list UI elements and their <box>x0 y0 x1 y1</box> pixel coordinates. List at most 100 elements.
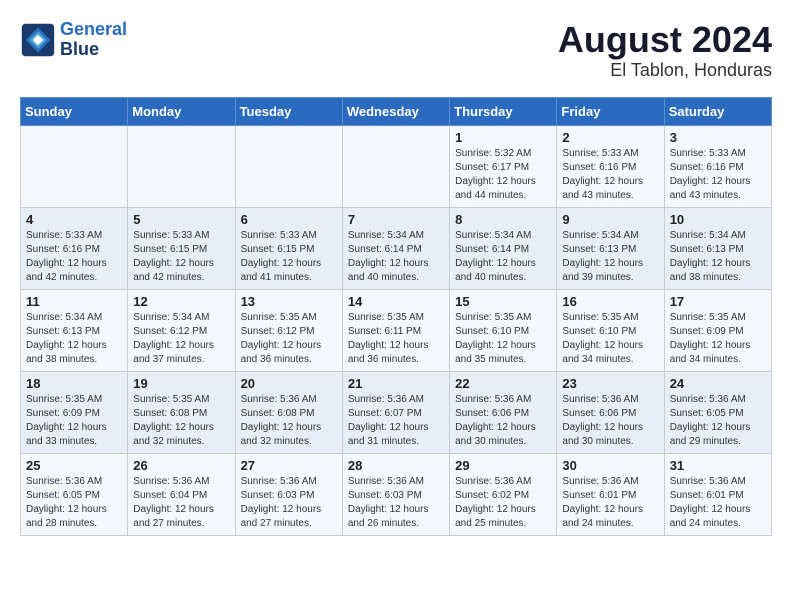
day-cell <box>235 125 342 207</box>
day-cell: 4 Sunrise: 5:33 AM Sunset: 6:16 PM Daylig… <box>21 207 128 289</box>
day-number: 9 <box>562 212 658 227</box>
day-info: Sunrise: 5:34 AM Sunset: 6:13 PM Dayligh… <box>26 311 122 367</box>
day-info: Sunrise: 5:36 AM Sunset: 6:05 PM Dayligh… <box>26 475 122 531</box>
day-cell: 7 Sunrise: 5:34 AM Sunset: 6:14 PM Daylig… <box>342 207 449 289</box>
day-number: 31 <box>670 458 766 473</box>
day-info: Sunrise: 5:35 AM Sunset: 6:09 PM Dayligh… <box>670 311 766 367</box>
day-cell: 28 Sunrise: 5:36 AM Sunset: 6:03 PM Dayli… <box>342 453 449 535</box>
day-cell: 16 Sunrise: 5:35 AM Sunset: 6:10 PM Dayli… <box>557 289 664 371</box>
day-info: Sunrise: 5:36 AM Sunset: 6:05 PM Dayligh… <box>670 393 766 449</box>
day-number: 28 <box>348 458 444 473</box>
day-cell: 21 Sunrise: 5:36 AM Sunset: 6:07 PM Dayli… <box>342 371 449 453</box>
week-row-1: 1 Sunrise: 5:32 AM Sunset: 6:17 PM Daylig… <box>21 125 772 207</box>
day-info: Sunrise: 5:35 AM Sunset: 6:10 PM Dayligh… <box>455 311 551 367</box>
day-number: 7 <box>348 212 444 227</box>
day-info: Sunrise: 5:36 AM Sunset: 6:03 PM Dayligh… <box>348 475 444 531</box>
day-cell: 15 Sunrise: 5:35 AM Sunset: 6:10 PM Dayli… <box>450 289 557 371</box>
day-cell: 23 Sunrise: 5:36 AM Sunset: 6:06 PM Dayli… <box>557 371 664 453</box>
day-number: 29 <box>455 458 551 473</box>
day-info: Sunrise: 5:35 AM Sunset: 6:11 PM Dayligh… <box>348 311 444 367</box>
day-cell: 31 Sunrise: 5:36 AM Sunset: 6:01 PM Dayli… <box>664 453 771 535</box>
day-cell: 12Sunrise: 5:34 AM Sunset: 6:12 PM Dayli… <box>128 289 235 371</box>
day-info: Sunrise: 5:34 AM Sunset: 6:13 PM Dayligh… <box>562 229 658 285</box>
day-info: Sunrise: 5:36 AM Sunset: 6:08 PM Dayligh… <box>241 393 337 449</box>
day-number: 14 <box>348 294 444 309</box>
day-info: Sunrise: 5:36 AM Sunset: 6:06 PM Dayligh… <box>562 393 658 449</box>
day-number: 20 <box>241 376 337 391</box>
day-number: 8 <box>455 212 551 227</box>
day-cell: 30 Sunrise: 5:36 AM Sunset: 6:01 PM Dayli… <box>557 453 664 535</box>
day-cell: 6 Sunrise: 5:33 AM Sunset: 6:15 PM Daylig… <box>235 207 342 289</box>
day-cell: 25 Sunrise: 5:36 AM Sunset: 6:05 PM Dayli… <box>21 453 128 535</box>
day-cell: 29 Sunrise: 5:36 AM Sunset: 6:02 PM Dayli… <box>450 453 557 535</box>
day-cell: 17 Sunrise: 5:35 AM Sunset: 6:09 PM Dayli… <box>664 289 771 371</box>
day-info: Sunrise: 5:36 AM Sunset: 6:01 PM Dayligh… <box>670 475 766 531</box>
day-cell: 22 Sunrise: 5:36 AM Sunset: 6:06 PM Dayli… <box>450 371 557 453</box>
day-cell: 11 Sunrise: 5:34 AM Sunset: 6:13 PM Dayli… <box>21 289 128 371</box>
day-number: 1 <box>455 130 551 145</box>
week-row-2: 4 Sunrise: 5:33 AM Sunset: 6:16 PM Daylig… <box>21 207 772 289</box>
day-info: Sunrise: 5:33 AM Sunset: 6:15 PM Dayligh… <box>133 229 229 285</box>
day-cell: 27 Sunrise: 5:36 AM Sunset: 6:03 PM Dayli… <box>235 453 342 535</box>
logo-text-blue: Blue <box>60 40 127 60</box>
day-number: 15 <box>455 294 551 309</box>
day-number: 6 <box>241 212 337 227</box>
day-info: Sunrise: 5:33 AM Sunset: 6:16 PM Dayligh… <box>562 147 658 203</box>
day-number: 17 <box>670 294 766 309</box>
day-info: Sunrise: 5:36 AM Sunset: 6:07 PM Dayligh… <box>348 393 444 449</box>
day-number: 12 <box>133 294 229 309</box>
page-header: General Blue August 2024 El Tablon, Hond… <box>20 20 772 81</box>
day-info: Sunrise: 5:35 AM Sunset: 6:09 PM Dayligh… <box>26 393 122 449</box>
day-number: 10 <box>670 212 766 227</box>
weekday-header-wednesday: Wednesday <box>342 97 449 125</box>
title-block: August 2024 El Tablon, Honduras <box>558 20 772 81</box>
main-title: August 2024 <box>558 20 772 60</box>
day-number: 23 <box>562 376 658 391</box>
weekday-header-row: SundayMondayTuesdayWednesdayThursdayFrid… <box>21 97 772 125</box>
weekday-header-saturday: Saturday <box>664 97 771 125</box>
day-cell: 2 Sunrise: 5:33 AM Sunset: 6:16 PM Daylig… <box>557 125 664 207</box>
logo-text-general: General <box>60 19 127 39</box>
day-info: Sunrise: 5:33 AM Sunset: 6:16 PM Dayligh… <box>26 229 122 285</box>
day-cell <box>342 125 449 207</box>
weekday-header-thursday: Thursday <box>450 97 557 125</box>
weekday-header-friday: Friday <box>557 97 664 125</box>
day-number: 5 <box>133 212 229 227</box>
day-number: 13 <box>241 294 337 309</box>
day-number: 26 <box>133 458 229 473</box>
day-cell: 14 Sunrise: 5:35 AM Sunset: 6:11 PM Dayli… <box>342 289 449 371</box>
day-info: Sunrise: 5:36 AM Sunset: 6:06 PM Dayligh… <box>455 393 551 449</box>
day-info: Sunrise: 5:34 AM Sunset: 6:14 PM Dayligh… <box>348 229 444 285</box>
day-cell: 24 Sunrise: 5:36 AM Sunset: 6:05 PM Dayli… <box>664 371 771 453</box>
day-info: Sunrise: 5:33 AM Sunset: 6:15 PM Dayligh… <box>241 229 337 285</box>
day-info: Sunrise: 5:36 AM Sunset: 6:02 PM Dayligh… <box>455 475 551 531</box>
day-info: Sunrise: 5:34 AM Sunset: 6:14 PM Dayligh… <box>455 229 551 285</box>
day-number: 4 <box>26 212 122 227</box>
subtitle: El Tablon, Honduras <box>558 60 772 81</box>
week-row-3: 11 Sunrise: 5:34 AM Sunset: 6:13 PM Dayli… <box>21 289 772 371</box>
day-info: Sunrise: 5:34 AM Sunset: 6:13 PM Dayligh… <box>670 229 766 285</box>
day-cell: 26 Sunrise: 5:36 AM Sunset: 6:04 PM Dayli… <box>128 453 235 535</box>
day-cell <box>21 125 128 207</box>
day-number: 27 <box>241 458 337 473</box>
day-info: Sunrise: 5:32 AM Sunset: 6:17 PM Dayligh… <box>455 147 551 203</box>
day-number: 2 <box>562 130 658 145</box>
day-info: Sunrise: 5:36 AM Sunset: 6:01 PM Dayligh… <box>562 475 658 531</box>
day-number: 16 <box>562 294 658 309</box>
day-info: Sunrise: 5:36 AM Sunset: 6:03 PM Dayligh… <box>241 475 337 531</box>
logo: General Blue <box>20 20 127 60</box>
day-info: Sunrise: 5:36 AM Sunset: 6:04 PM Dayligh… <box>133 475 229 531</box>
day-cell: 13Sunrise: 5:35 AM Sunset: 6:12 PM Dayli… <box>235 289 342 371</box>
day-number: 24 <box>670 376 766 391</box>
day-number: 18 <box>26 376 122 391</box>
day-number: 22 <box>455 376 551 391</box>
weekday-header-tuesday: Tuesday <box>235 97 342 125</box>
day-number: 11 <box>26 294 122 309</box>
day-cell: 19Sunrise: 5:35 AM Sunset: 6:08 PM Dayli… <box>128 371 235 453</box>
day-number: 25 <box>26 458 122 473</box>
day-number: 21 <box>348 376 444 391</box>
day-info: Sunrise: 5:35 AM Sunset: 6:10 PM Dayligh… <box>562 311 658 367</box>
weekday-header-monday: Monday <box>128 97 235 125</box>
calendar-table: SundayMondayTuesdayWednesdayThursdayFrid… <box>20 97 772 536</box>
day-number: 30 <box>562 458 658 473</box>
